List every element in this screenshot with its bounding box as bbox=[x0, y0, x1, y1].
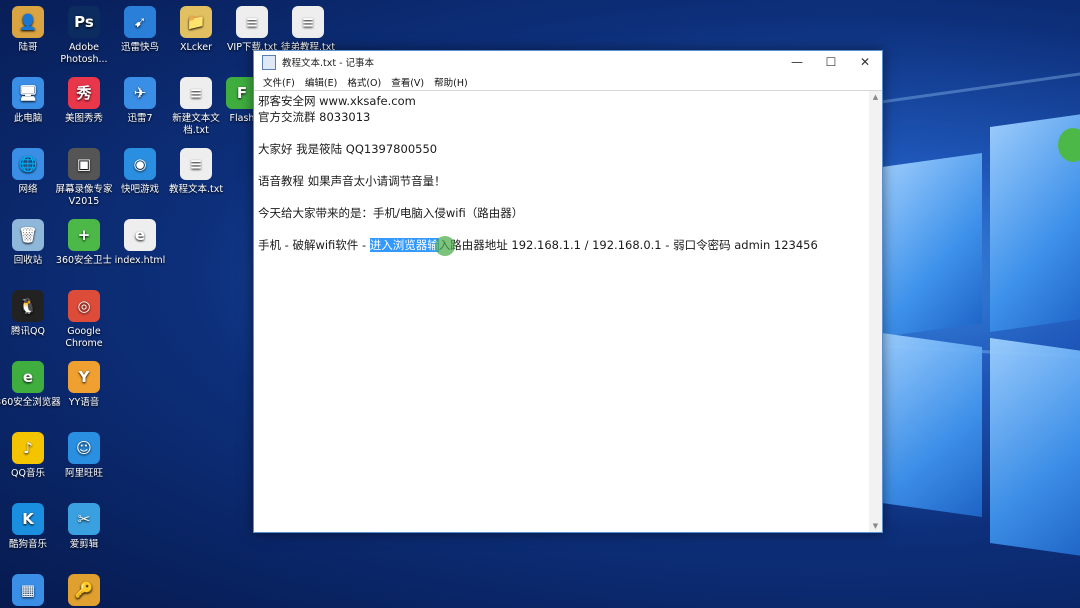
app-icon: e bbox=[12, 361, 44, 393]
desktop-icon-label: YY语音 bbox=[68, 397, 100, 408]
desktop-icon[interactable]: Y YY语音 bbox=[50, 361, 118, 409]
text-line: 语音教程 如果声音太小请调节音量！ bbox=[258, 174, 446, 188]
app-icon: ♪ bbox=[12, 432, 44, 464]
app-icon: 🗑 bbox=[12, 219, 44, 251]
minimize-button[interactable]: — bbox=[780, 51, 814, 73]
app-icon: 🌐 bbox=[12, 148, 44, 180]
desktop-icon-label: Google Chrome bbox=[65, 326, 103, 349]
app-icon: ≡ bbox=[180, 148, 212, 180]
app-icon: ✂ bbox=[68, 503, 100, 535]
desktop-icon[interactable]: 🔑 bbox=[50, 574, 118, 608]
text-editor[interactable]: 邪客安全网 www.xksafe.com 官方交流群 8033013 大家好 我… bbox=[254, 90, 882, 532]
app-icon: 🖥 bbox=[12, 77, 44, 109]
menu-file[interactable]: 文件(F) bbox=[258, 75, 300, 89]
app-icon: ◉ bbox=[124, 148, 156, 180]
desktop-icon[interactable]: ≡ 教程文本.txt bbox=[162, 148, 230, 196]
app-icon: ▦ bbox=[12, 574, 44, 606]
windows-logo-pane bbox=[882, 152, 982, 338]
app-icon: 👤 bbox=[12, 6, 44, 38]
menu-edit[interactable]: 编辑(E) bbox=[300, 75, 342, 89]
menu-format[interactable]: 格式(O) bbox=[342, 75, 386, 89]
app-icon: ✈ bbox=[124, 77, 156, 109]
notepad-icon bbox=[262, 54, 276, 70]
close-button[interactable]: ✕ bbox=[848, 51, 882, 73]
desktop-icon[interactable]: e index.html bbox=[106, 219, 174, 267]
text-line: 大家好 我是筱陆 QQ1397800550 bbox=[258, 142, 438, 156]
desktop-icon-label: 爱剪辑 bbox=[69, 539, 99, 550]
mouse-cursor-highlight bbox=[435, 236, 455, 256]
desktop-icon[interactable]: ✂ 爱剪辑 bbox=[50, 503, 118, 551]
desktop-icon-label: 阿里旺旺 bbox=[64, 468, 103, 479]
desktop-icon[interactable]: ≡ 徒弟教程.txt bbox=[274, 6, 342, 54]
app-icon: ≡ bbox=[236, 6, 268, 38]
desktop-icon[interactable]: ☺ 阿里旺旺 bbox=[50, 432, 118, 480]
selected-text: 进入浏览器输 bbox=[369, 238, 439, 252]
app-icon: Y bbox=[68, 361, 100, 393]
app-icon: 📁 bbox=[180, 6, 212, 38]
menu-bar: 文件(F) 编辑(E) 格式(O) 查看(V) 帮助(H) bbox=[254, 73, 882, 90]
windows-logo-pane bbox=[882, 332, 982, 518]
app-icon: ≡ bbox=[292, 6, 324, 38]
text-line: 邪客安全网 www.xksafe.com bbox=[258, 94, 416, 108]
app-icon: ☺ bbox=[68, 432, 100, 464]
green-mascot-icon[interactable] bbox=[1058, 128, 1080, 162]
text-line: 今天给大家带来的是：手机/电脑入侵wifi（路由器） bbox=[258, 206, 524, 220]
desktop-icon[interactable]: ◎ Google Chrome bbox=[50, 290, 118, 350]
app-icon: 🐧 bbox=[12, 290, 44, 322]
app-icon: Ps bbox=[68, 6, 100, 38]
app-icon: ◎ bbox=[68, 290, 100, 322]
text-line: 手机 - 破解wifi软件 - 进入浏览器输入路由器地址 192.168.1.1… bbox=[258, 237, 866, 253]
app-icon: e bbox=[124, 219, 156, 251]
scroll-down-arrow-icon[interactable]: ▼ bbox=[869, 520, 882, 532]
menu-help[interactable]: 帮助(H) bbox=[429, 75, 473, 89]
app-icon: ➹ bbox=[124, 6, 156, 38]
menu-view[interactable]: 查看(V) bbox=[386, 75, 429, 89]
title-bar[interactable]: 教程文本.txt - 记事本 — ☐ ✕ bbox=[254, 51, 882, 73]
scroll-up-arrow-icon[interactable]: ▲ bbox=[869, 91, 882, 103]
text-area[interactable]: 邪客安全网 www.xksafe.com 官方交流群 8033013 大家好 我… bbox=[258, 93, 866, 532]
app-icon: 🔑 bbox=[68, 574, 100, 606]
windows-logo-pane bbox=[990, 337, 1080, 558]
desktop-icon-label: index.html bbox=[114, 255, 166, 266]
app-icon: 秀 bbox=[68, 77, 100, 109]
maximize-button[interactable]: ☐ bbox=[814, 51, 848, 73]
vertical-scrollbar[interactable]: ▲ ▼ bbox=[869, 91, 882, 532]
window-title: 教程文本.txt - 记事本 bbox=[282, 58, 375, 69]
app-icon: ▣ bbox=[68, 148, 100, 180]
app-icon: + bbox=[68, 219, 100, 251]
app-icon: K bbox=[12, 503, 44, 535]
notepad-window[interactable]: 教程文本.txt - 记事本 — ☐ ✕ 文件(F) 编辑(E) 格式(O) 查… bbox=[253, 50, 883, 533]
text-segment: 入路由器地址 192.168.1.1 / 192.168.0.1 - 弱口令密码… bbox=[438, 238, 818, 252]
text-segment: 手机 - 破解wifi软件 - bbox=[258, 238, 370, 252]
text-line: 官方交流群 8033013 bbox=[258, 110, 371, 124]
desktop-icon-label: 教程文本.txt bbox=[168, 184, 224, 195]
